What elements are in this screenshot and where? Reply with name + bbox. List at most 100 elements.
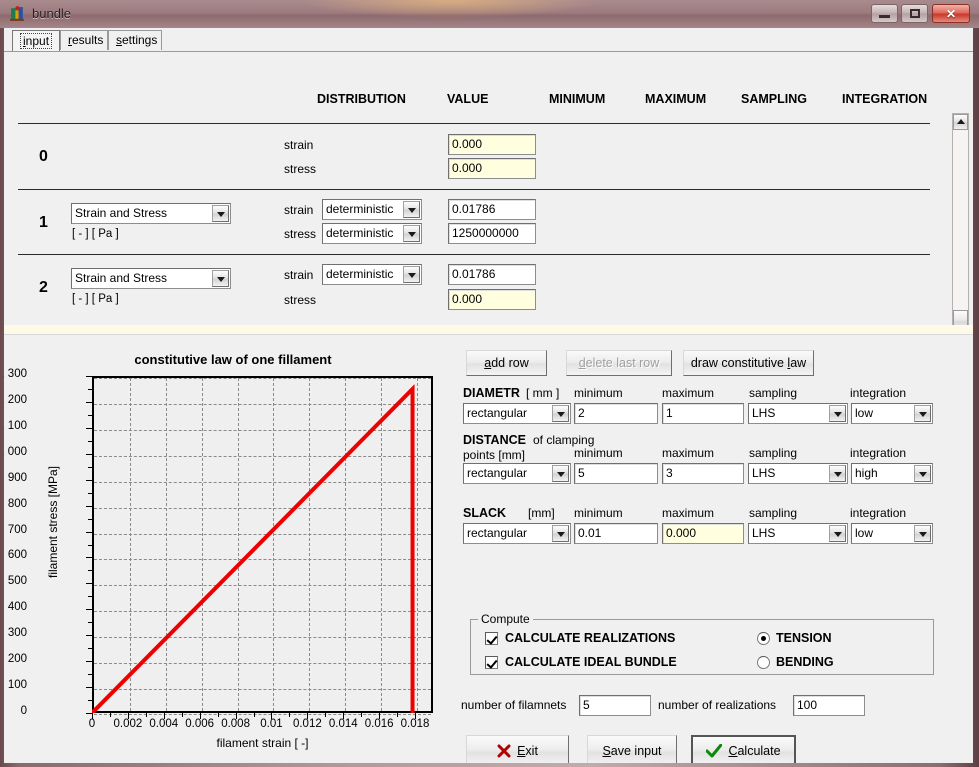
chart-y-tick-minor	[88, 519, 92, 520]
param-diametr-distribution-select[interactable]: rectangular	[463, 403, 571, 424]
exit-label: Exit	[517, 744, 538, 758]
constitutive-law-chart: constitutive law of one fillament filame…	[18, 340, 448, 758]
param-diametr-maximum-input[interactable]: 1	[662, 403, 744, 424]
chart-y-tick-label: 500	[4, 575, 27, 587]
chart-y-tick-mark	[86, 532, 92, 533]
param-slack-distribution-select[interactable]: rectangular	[463, 523, 571, 544]
tab-settings-label: settings	[116, 33, 157, 47]
row1-stress-label: stress	[284, 227, 316, 241]
param-diametr-sampling-select[interactable]: LHS	[748, 403, 848, 424]
param-slack-integration-select[interactable]: low	[851, 523, 933, 544]
add-row-button[interactable]: add row	[466, 350, 547, 376]
chart-y-tick-mark	[86, 428, 92, 429]
param-slack-maximum-input[interactable]: 0.000	[662, 523, 744, 544]
param-distance-maximum-input[interactable]: 3	[662, 463, 744, 484]
grid-line-horizontal	[94, 714, 431, 715]
row0-strain-value[interactable]: 0.000	[448, 134, 536, 155]
add-row-label: add row	[484, 356, 528, 370]
param-slack-sampling-label: sampling	[749, 506, 797, 520]
row2-stress-label: stress	[284, 293, 316, 307]
chart-x-tick-minor	[397, 713, 398, 717]
row1-stress-value[interactable]: 1250000000	[448, 223, 536, 244]
param-distance-minimum-input[interactable]: 5	[574, 463, 658, 484]
row2-stress-value[interactable]: 0.000	[448, 289, 536, 310]
param-diametr-integration-select[interactable]: low	[851, 403, 933, 424]
row2-strain-dist-value: deterministic	[326, 267, 393, 281]
chart-y-tick-mark	[86, 609, 92, 610]
calculate-ideal-bundle-checkbox[interactable]	[485, 656, 498, 669]
row1-strain-dist-value: deterministic	[326, 202, 393, 216]
maximize-icon	[910, 9, 920, 18]
chevron-down-icon[interactable]	[829, 465, 846, 482]
bending-radio[interactable]	[757, 656, 770, 669]
tab-settings[interactable]: settings	[108, 30, 162, 50]
row1-strain-dist-select[interactable]: deterministic	[322, 199, 422, 220]
tab-strip: iinputnput results settings	[4, 30, 973, 52]
tension-radio[interactable]	[757, 632, 770, 645]
chevron-down-icon[interactable]	[552, 405, 569, 422]
param-slack-sampling-select[interactable]: LHS	[748, 523, 848, 544]
tab-input[interactable]: iinputnput	[12, 30, 60, 51]
row1-stress-dist-select[interactable]: deterministic	[322, 223, 422, 244]
minimize-button[interactable]	[871, 4, 898, 23]
number-of-filaments-input[interactable]: 5	[579, 695, 651, 716]
table-scrollbar[interactable]	[952, 113, 969, 351]
param-distance-label: DISTANCE	[463, 433, 526, 447]
scroll-up-button[interactable]	[953, 114, 968, 130]
close-button[interactable]: ✕	[932, 4, 970, 23]
row-index: 1	[39, 214, 48, 232]
title-bar[interactable]: bundle ✕	[0, 0, 979, 28]
chevron-down-icon[interactable]	[552, 525, 569, 542]
number-of-realizations-input[interactable]: 100	[793, 695, 865, 716]
chart-y-axis-label: filament stress [MPa]	[46, 392, 60, 652]
chart-y-tick-mark	[86, 454, 92, 455]
chart-x-tick-label: 0.018	[385, 718, 445, 730]
chart-y-tick-label: 700	[4, 524, 27, 536]
chevron-down-icon[interactable]	[403, 201, 420, 218]
chevron-down-icon[interactable]	[212, 205, 229, 222]
chevron-down-icon[interactable]	[403, 225, 420, 242]
param-slack-integration-label: integration	[850, 506, 906, 520]
exit-button[interactable]: Exit	[466, 735, 569, 763]
row1-strain-value[interactable]: 0.01786	[448, 199, 536, 220]
save-input-label: Save input	[602, 744, 661, 758]
column-header-minimum: MINIMUM	[549, 92, 605, 106]
chevron-down-icon[interactable]	[914, 525, 931, 542]
chevron-down-icon[interactable]	[829, 405, 846, 422]
chevron-down-icon[interactable]	[552, 465, 569, 482]
row2-strain-dist-select[interactable]: deterministic	[322, 264, 422, 285]
row2-distribution-select[interactable]: Strain and Stress	[71, 268, 231, 289]
draw-constitutive-law-button[interactable]: draw constitutive law	[683, 350, 814, 376]
delete-last-row-button: delete last row	[566, 350, 672, 376]
param-diametr-minimum-input[interactable]: 2	[574, 403, 658, 424]
row0-stress-value[interactable]: 0.000	[448, 158, 536, 179]
param-diametr-sampling-value: LHS	[752, 406, 775, 420]
chart-y-tick-mark	[86, 376, 92, 377]
save-input-button[interactable]: Save input	[587, 735, 677, 763]
chart-x-tick-minor	[110, 713, 111, 717]
tab-results[interactable]: results	[60, 30, 108, 50]
chart-series-constitutive-law	[92, 389, 413, 713]
chevron-down-icon[interactable]	[403, 266, 420, 283]
chart-y-tick-label: 1 100	[4, 420, 27, 432]
param-distance-distribution-select[interactable]: rectangular	[463, 463, 571, 484]
maximize-button[interactable]	[901, 4, 928, 23]
column-header-distribution: DISTRIBUTION	[317, 92, 406, 106]
chevron-down-icon[interactable]	[914, 405, 931, 422]
chevron-down-icon[interactable]	[829, 525, 846, 542]
param-diametr-integration-value: low	[855, 406, 873, 420]
param-slack-minimum-input[interactable]: 0.01	[574, 523, 658, 544]
calculate-button[interactable]: Calculate	[691, 735, 796, 763]
calculate-realizations-checkbox[interactable]	[485, 632, 498, 645]
chevron-down-icon[interactable]	[212, 270, 229, 287]
calculate-realizations-label: CALCULATE REALIZATIONS	[505, 631, 675, 645]
chart-y-tick-minor	[88, 493, 92, 494]
chart-x-tick-mark	[92, 713, 93, 719]
chart-series-line	[92, 376, 433, 713]
row1-distribution-select[interactable]: Strain and Stress	[71, 203, 231, 224]
param-distance-sampling-select[interactable]: LHS	[748, 463, 848, 484]
row2-strain-value[interactable]: 0.01786	[448, 264, 536, 285]
chevron-down-icon[interactable]	[914, 465, 931, 482]
chart-y-tick-label: 200	[4, 653, 27, 665]
param-distance-integration-select[interactable]: high	[851, 463, 933, 484]
